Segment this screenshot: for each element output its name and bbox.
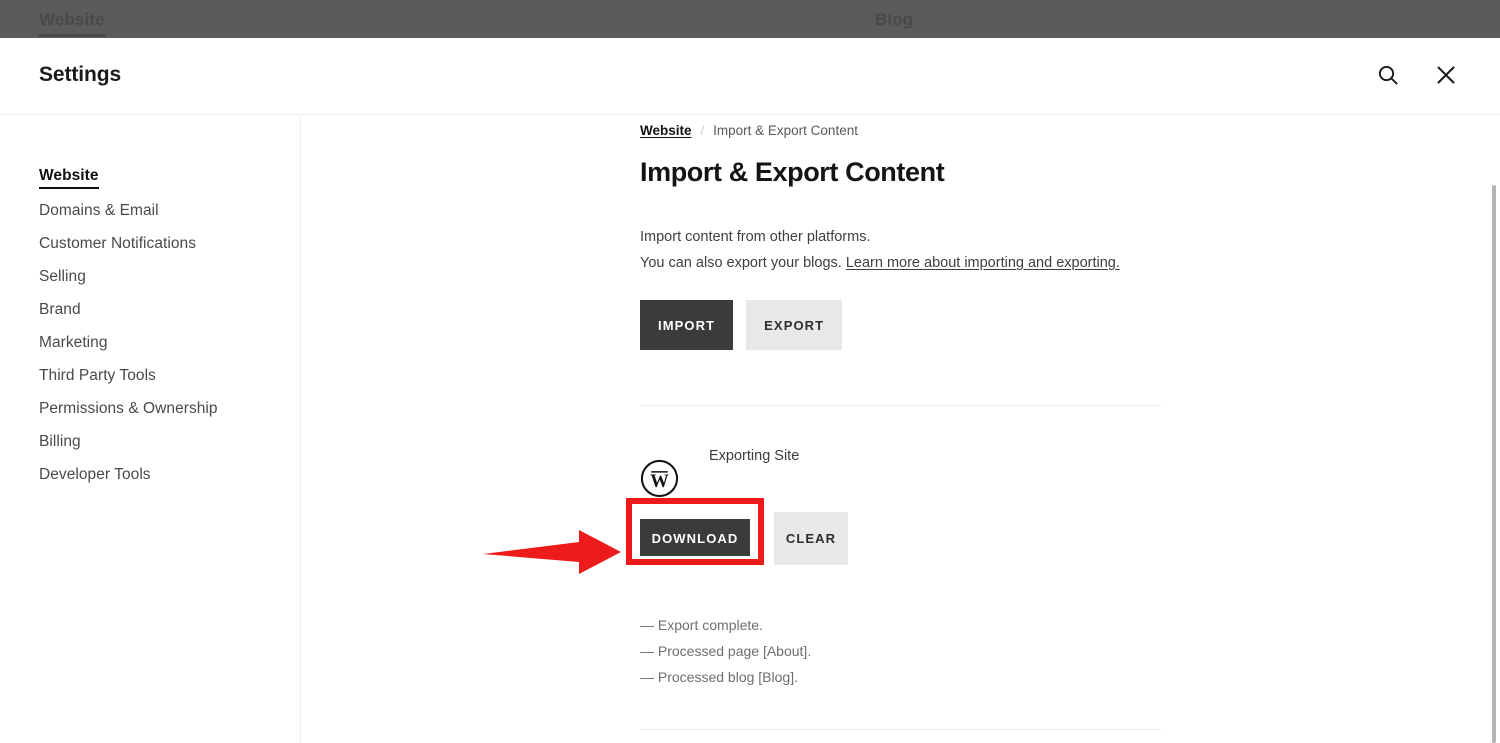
- close-button[interactable]: [1430, 60, 1462, 92]
- close-icon: [1434, 63, 1458, 90]
- sidebar-item-label: Brand: [39, 301, 81, 319]
- section-divider-2: [640, 729, 1161, 730]
- wordpress-icon: W: [640, 459, 679, 498]
- svg-text:W: W: [650, 471, 669, 492]
- export-status-log: — Export complete. — Processed page [Abo…: [640, 612, 1162, 690]
- settings-modal: Settings Website Domains & Email Custome…: [0, 38, 1500, 743]
- sidebar-item-label: Developer Tools: [39, 466, 151, 484]
- sidebar-item-label: Permissions & Ownership: [39, 400, 218, 418]
- sidebar-item-brand[interactable]: Brand: [0, 294, 300, 327]
- sidebar-item-third-party-tools[interactable]: Third Party Tools: [0, 360, 300, 393]
- sidebar-item-developer-tools[interactable]: Developer Tools: [0, 459, 300, 492]
- sidebar-item-selling[interactable]: Selling: [0, 261, 300, 294]
- status-line: — Export complete.: [640, 617, 763, 633]
- clear-button[interactable]: CLEAR: [774, 512, 848, 565]
- dimmed-page-backdrop: Website Blog: [0, 0, 1500, 40]
- sidebar-item-website[interactable]: Website: [0, 162, 300, 195]
- page-title: Settings: [39, 63, 122, 86]
- settings-content: Website / Import & Export Content Import…: [301, 115, 1500, 743]
- import-export-button-row: IMPORT EXPORT: [640, 300, 1162, 350]
- sidebar-item-marketing[interactable]: Marketing: [0, 327, 300, 360]
- backdrop-tab-bar: Website Blog: [0, 0, 1500, 40]
- exporting-site-header: W Exporting Site: [640, 447, 1162, 498]
- download-button[interactable]: DOWNLOAD: [640, 519, 750, 558]
- modal-header: Settings: [0, 38, 1500, 115]
- sidebar-item-label: Third Party Tools: [39, 367, 156, 385]
- sidebar-item-label: Selling: [39, 268, 86, 286]
- download-clear-row: DOWNLOAD CLEAR: [626, 498, 1162, 565]
- breadcrumb-current: Import & Export Content: [713, 123, 858, 138]
- sidebar-item-label: Marketing: [39, 334, 108, 352]
- header-actions: [1372, 60, 1462, 92]
- backdrop-tab-website[interactable]: Website: [39, 10, 105, 37]
- sidebar-item-permissions-ownership[interactable]: Permissions & Ownership: [0, 393, 300, 426]
- sidebar-item-label: Billing: [39, 433, 81, 451]
- description-line-1: Import content from other platforms.: [640, 229, 871, 245]
- exporting-site-label: Exporting Site: [709, 448, 800, 464]
- description-line-2: You can also export your blogs. Learn mo…: [640, 250, 1162, 276]
- content-scrollbar-thumb[interactable]: [1492, 185, 1496, 743]
- search-button[interactable]: [1372, 60, 1404, 92]
- sidebar-item-domains-email[interactable]: Domains & Email: [0, 195, 300, 228]
- section-divider-1: [640, 405, 1161, 406]
- sidebar-item-label: Domains & Email: [39, 202, 159, 220]
- sidebar-nav-list: Website Domains & Email Customer Notific…: [0, 162, 300, 492]
- import-button[interactable]: IMPORT: [640, 300, 734, 350]
- sidebar-item-billing[interactable]: Billing: [0, 426, 300, 459]
- description-line-2-text: You can also export your blogs.: [640, 255, 846, 271]
- page-root: Website Blog Settings Website Domains & …: [0, 0, 1500, 743]
- content-heading: Import & Export Content: [640, 157, 945, 187]
- status-line: — Processed blog [Blog].: [640, 669, 798, 685]
- sidebar-item-customer-notifications[interactable]: Customer Notifications: [0, 228, 300, 261]
- description-block: Import content from other platforms. You…: [640, 224, 1162, 276]
- search-icon: [1376, 63, 1400, 90]
- sidebar-item-label: Customer Notifications: [39, 235, 197, 253]
- backdrop-tab-blog[interactable]: Blog: [875, 10, 913, 30]
- learn-more-link[interactable]: Learn more about importing and exporting…: [846, 255, 1120, 271]
- status-line: — Processed page [About].: [640, 643, 812, 659]
- settings-sidebar: Website Domains & Email Customer Notific…: [0, 115, 301, 743]
- export-button[interactable]: EXPORT: [746, 300, 843, 350]
- sidebar-item-label: Website: [39, 168, 99, 189]
- content-scrollbar-track[interactable]: [1490, 115, 1498, 743]
- breadcrumb: Website / Import & Export Content: [640, 115, 1162, 138]
- breadcrumb-separator: /: [700, 123, 705, 138]
- content-inner: Website / Import & Export Content Import…: [626, 115, 1162, 730]
- exporting-site-section: W Exporting Site DOWNLOAD CLEAR — Export…: [626, 447, 1162, 730]
- breadcrumb-link-website[interactable]: Website: [640, 123, 692, 138]
- modal-body: Website Domains & Email Customer Notific…: [0, 115, 1500, 743]
